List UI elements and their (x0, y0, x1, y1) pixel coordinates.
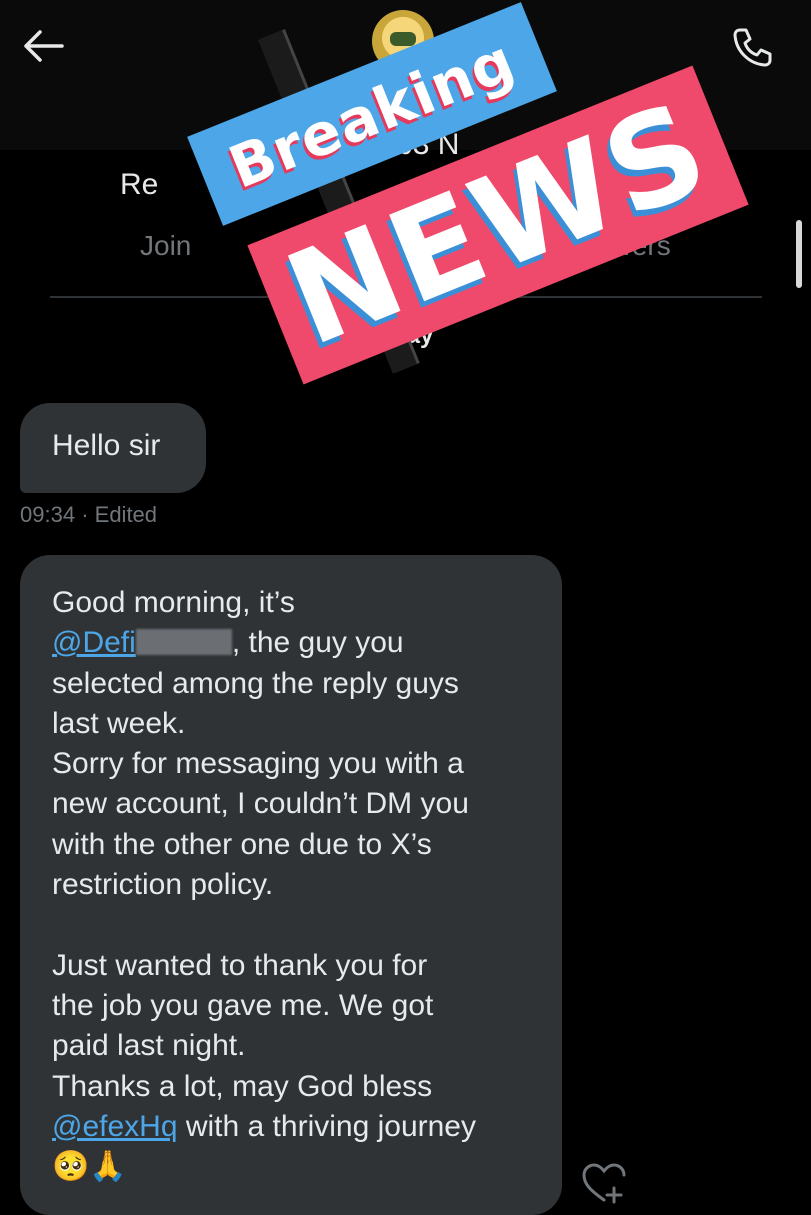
heart-plus-icon[interactable] (580, 1160, 628, 1204)
profile-bio-line: Web3 N (351, 128, 460, 161)
message-line: Good morning, it’s (52, 586, 295, 619)
message-line: selected among the reply guys (52, 666, 459, 700)
message-line: last week. (52, 706, 186, 740)
mention-link[interactable]: @efexHq (52, 1110, 178, 1143)
message-line: with the other one due to X’s (52, 827, 432, 861)
message-line: the job you gave me. We got (52, 988, 434, 1022)
arrow-left-icon[interactable] (20, 28, 64, 64)
message-line: paid last night. (52, 1029, 246, 1063)
message-line: Just wanted to thank you for (52, 948, 428, 982)
avatar[interactable] (372, 10, 434, 72)
joined-date: Join (140, 230, 192, 261)
divider (50, 296, 762, 298)
message-bubble[interactable]: Hello sir (20, 403, 206, 493)
followers-count[interactable]: ollowers (568, 230, 671, 262)
message-line: new account, I couldn’t DM you (52, 787, 469, 821)
message-line: Sorry for messaging you with a (52, 747, 464, 781)
message-time: 09:34 (20, 502, 76, 527)
message-line: @Defi, the guy you (52, 626, 404, 660)
message-edited-status: Edited (94, 502, 158, 527)
message-text: Hello sir (52, 429, 161, 462)
message-bubble[interactable]: Good morning, it’s @Defi, the guy you se… (20, 555, 562, 1215)
message-line (52, 905, 542, 945)
message-line: Thanks a lot, may God bless (52, 1069, 433, 1103)
message-meta: 09:34 · Edited (20, 502, 158, 527)
phone-icon[interactable] (728, 24, 776, 72)
profile-bio-fragment: Re (120, 168, 159, 201)
message-line: restriction policy. (52, 868, 274, 902)
profile-bio-fragment: o. (668, 168, 694, 201)
message-line: @efexHq with a thriving journey (52, 1109, 476, 1143)
mention-link[interactable]: @Defi (52, 626, 136, 659)
redacted-handle (135, 629, 232, 656)
emoji-line: 🥺🙏 (52, 1150, 127, 1184)
scrollbar[interactable] (796, 220, 802, 288)
